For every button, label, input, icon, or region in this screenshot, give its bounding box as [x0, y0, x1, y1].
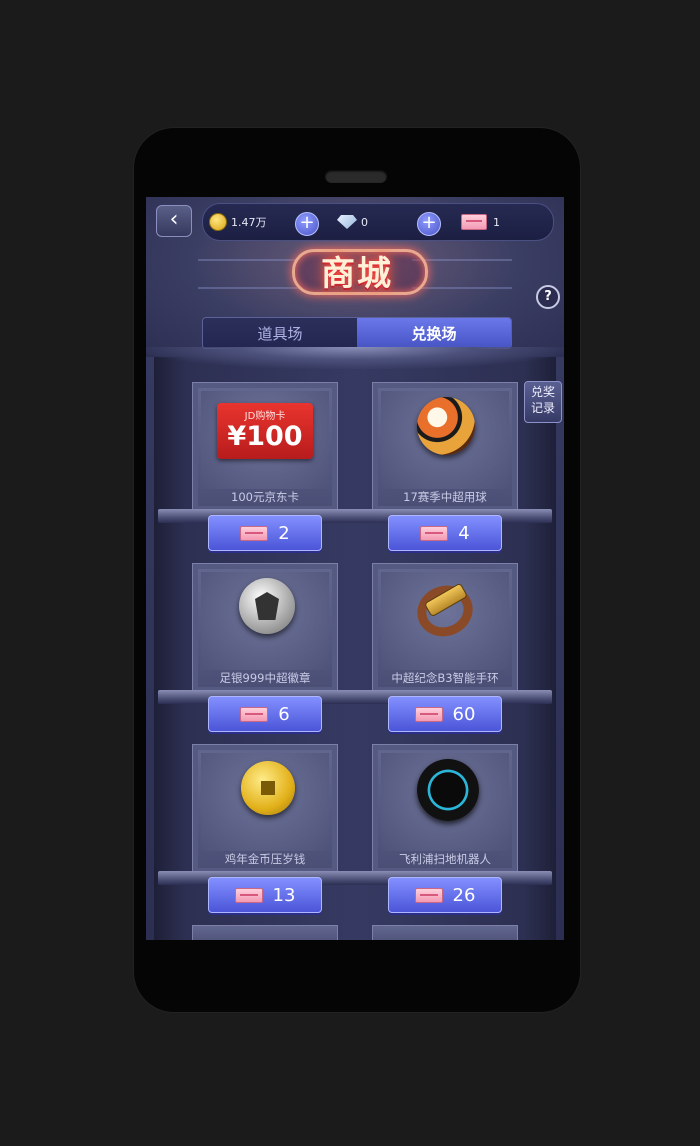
item-image-area: [381, 391, 509, 489]
item-name: 中超纪念B3智能手环: [391, 671, 499, 685]
shop-title: 商城: [272, 243, 442, 295]
ticket-amount: 1: [493, 215, 500, 229]
app-screen: ‹ 1.47万 + 0 + 1 商城 ? 道具场 兑换场 兑奖 记录 JD购物卡…: [146, 197, 564, 940]
ticket-balance: 1: [461, 210, 500, 234]
item-price: 13: [272, 884, 296, 906]
item-card-partial[interactable]: [192, 925, 338, 940]
item-price: 4: [458, 522, 470, 544]
add-diamonds-button[interactable]: +: [417, 212, 441, 236]
robot-vacuum-icon: [417, 759, 479, 821]
back-button[interactable]: ‹: [156, 205, 192, 237]
item-name: 飞利浦扫地机器人: [399, 852, 491, 866]
coin-balance: 1.47万: [209, 210, 267, 234]
redeem-history-label-1: 兑奖: [530, 385, 555, 399]
ticket-icon: [414, 887, 443, 903]
item-card[interactable]: JD购物卡 ¥100 100元京东卡: [192, 382, 338, 512]
item-image-area: [201, 753, 329, 851]
ticket-icon: [234, 887, 263, 903]
diamond-balance: 0: [337, 210, 368, 234]
silver-badge-icon: [239, 578, 295, 634]
jd-card-value: ¥100: [227, 421, 303, 452]
item-card-partial[interactable]: [372, 925, 518, 940]
item-card[interactable]: 中超纪念B3智能手环: [372, 563, 518, 693]
coin-icon: [209, 213, 227, 231]
phone-speaker: [325, 170, 387, 183]
redeem-button[interactable]: 13: [208, 877, 322, 913]
jd-card-label: JD购物卡: [244, 411, 286, 422]
item-image-area: [201, 572, 329, 670]
item-price: 26: [452, 884, 476, 906]
ticket-icon: [461, 214, 487, 230]
item-card[interactable]: 飞利浦扫地机器人: [372, 744, 518, 874]
redeem-history-button[interactable]: 兑奖 记录: [524, 381, 562, 423]
soccer-ball-icon: [417, 397, 475, 455]
coin-amount: 1.47万: [231, 216, 267, 229]
tab-props[interactable]: 道具场: [203, 318, 357, 348]
ticket-icon: [420, 525, 449, 541]
item-image-area: [381, 572, 509, 670]
help-button[interactable]: ?: [536, 285, 560, 309]
redeem-button[interactable]: 6: [208, 696, 322, 732]
redeem-button[interactable]: 4: [388, 515, 502, 551]
chevron-left-icon: ‹: [169, 207, 179, 232]
redeem-history-label-2: 记录: [530, 401, 555, 415]
ticket-icon: [414, 706, 443, 722]
item-name: 鸡年金币压岁钱: [224, 852, 306, 866]
page-title: 商城: [321, 254, 393, 294]
item-price: 2: [278, 522, 290, 544]
item-name: 足银999中超徽章: [219, 671, 311, 685]
item-price: 60: [452, 703, 476, 725]
ticket-icon: [240, 525, 269, 541]
item-image-area: [381, 753, 509, 851]
jd-card-icon: JD购物卡 ¥100: [217, 403, 313, 459]
item-price: 6: [278, 703, 290, 725]
diamond-amount: 0: [361, 215, 368, 229]
redeem-button[interactable]: 26: [388, 877, 502, 913]
item-card[interactable]: 17赛季中超用球: [372, 382, 518, 512]
add-coins-button[interactable]: +: [295, 212, 319, 236]
item-name: 100元京东卡: [231, 490, 299, 504]
shop-tabs: 道具场 兑换场: [202, 317, 512, 349]
smart-band-icon: [410, 577, 481, 645]
redeem-button[interactable]: 2: [208, 515, 322, 551]
gold-coin-icon: [241, 761, 295, 815]
item-card[interactable]: 足银999中超徽章: [192, 563, 338, 693]
diamond-icon: [337, 215, 357, 229]
redeem-button[interactable]: 60: [388, 696, 502, 732]
cabinet-top-glow: [146, 347, 564, 369]
item-image-area: JD购物卡 ¥100: [201, 391, 329, 489]
item-card[interactable]: 鸡年金币压岁钱: [192, 744, 338, 874]
ticket-icon: [240, 706, 269, 722]
currency-bar: 1.47万 + 0 + 1: [202, 203, 554, 241]
tab-exchange[interactable]: 兑换场: [357, 318, 511, 348]
item-name: 17赛季中超用球: [403, 490, 487, 504]
